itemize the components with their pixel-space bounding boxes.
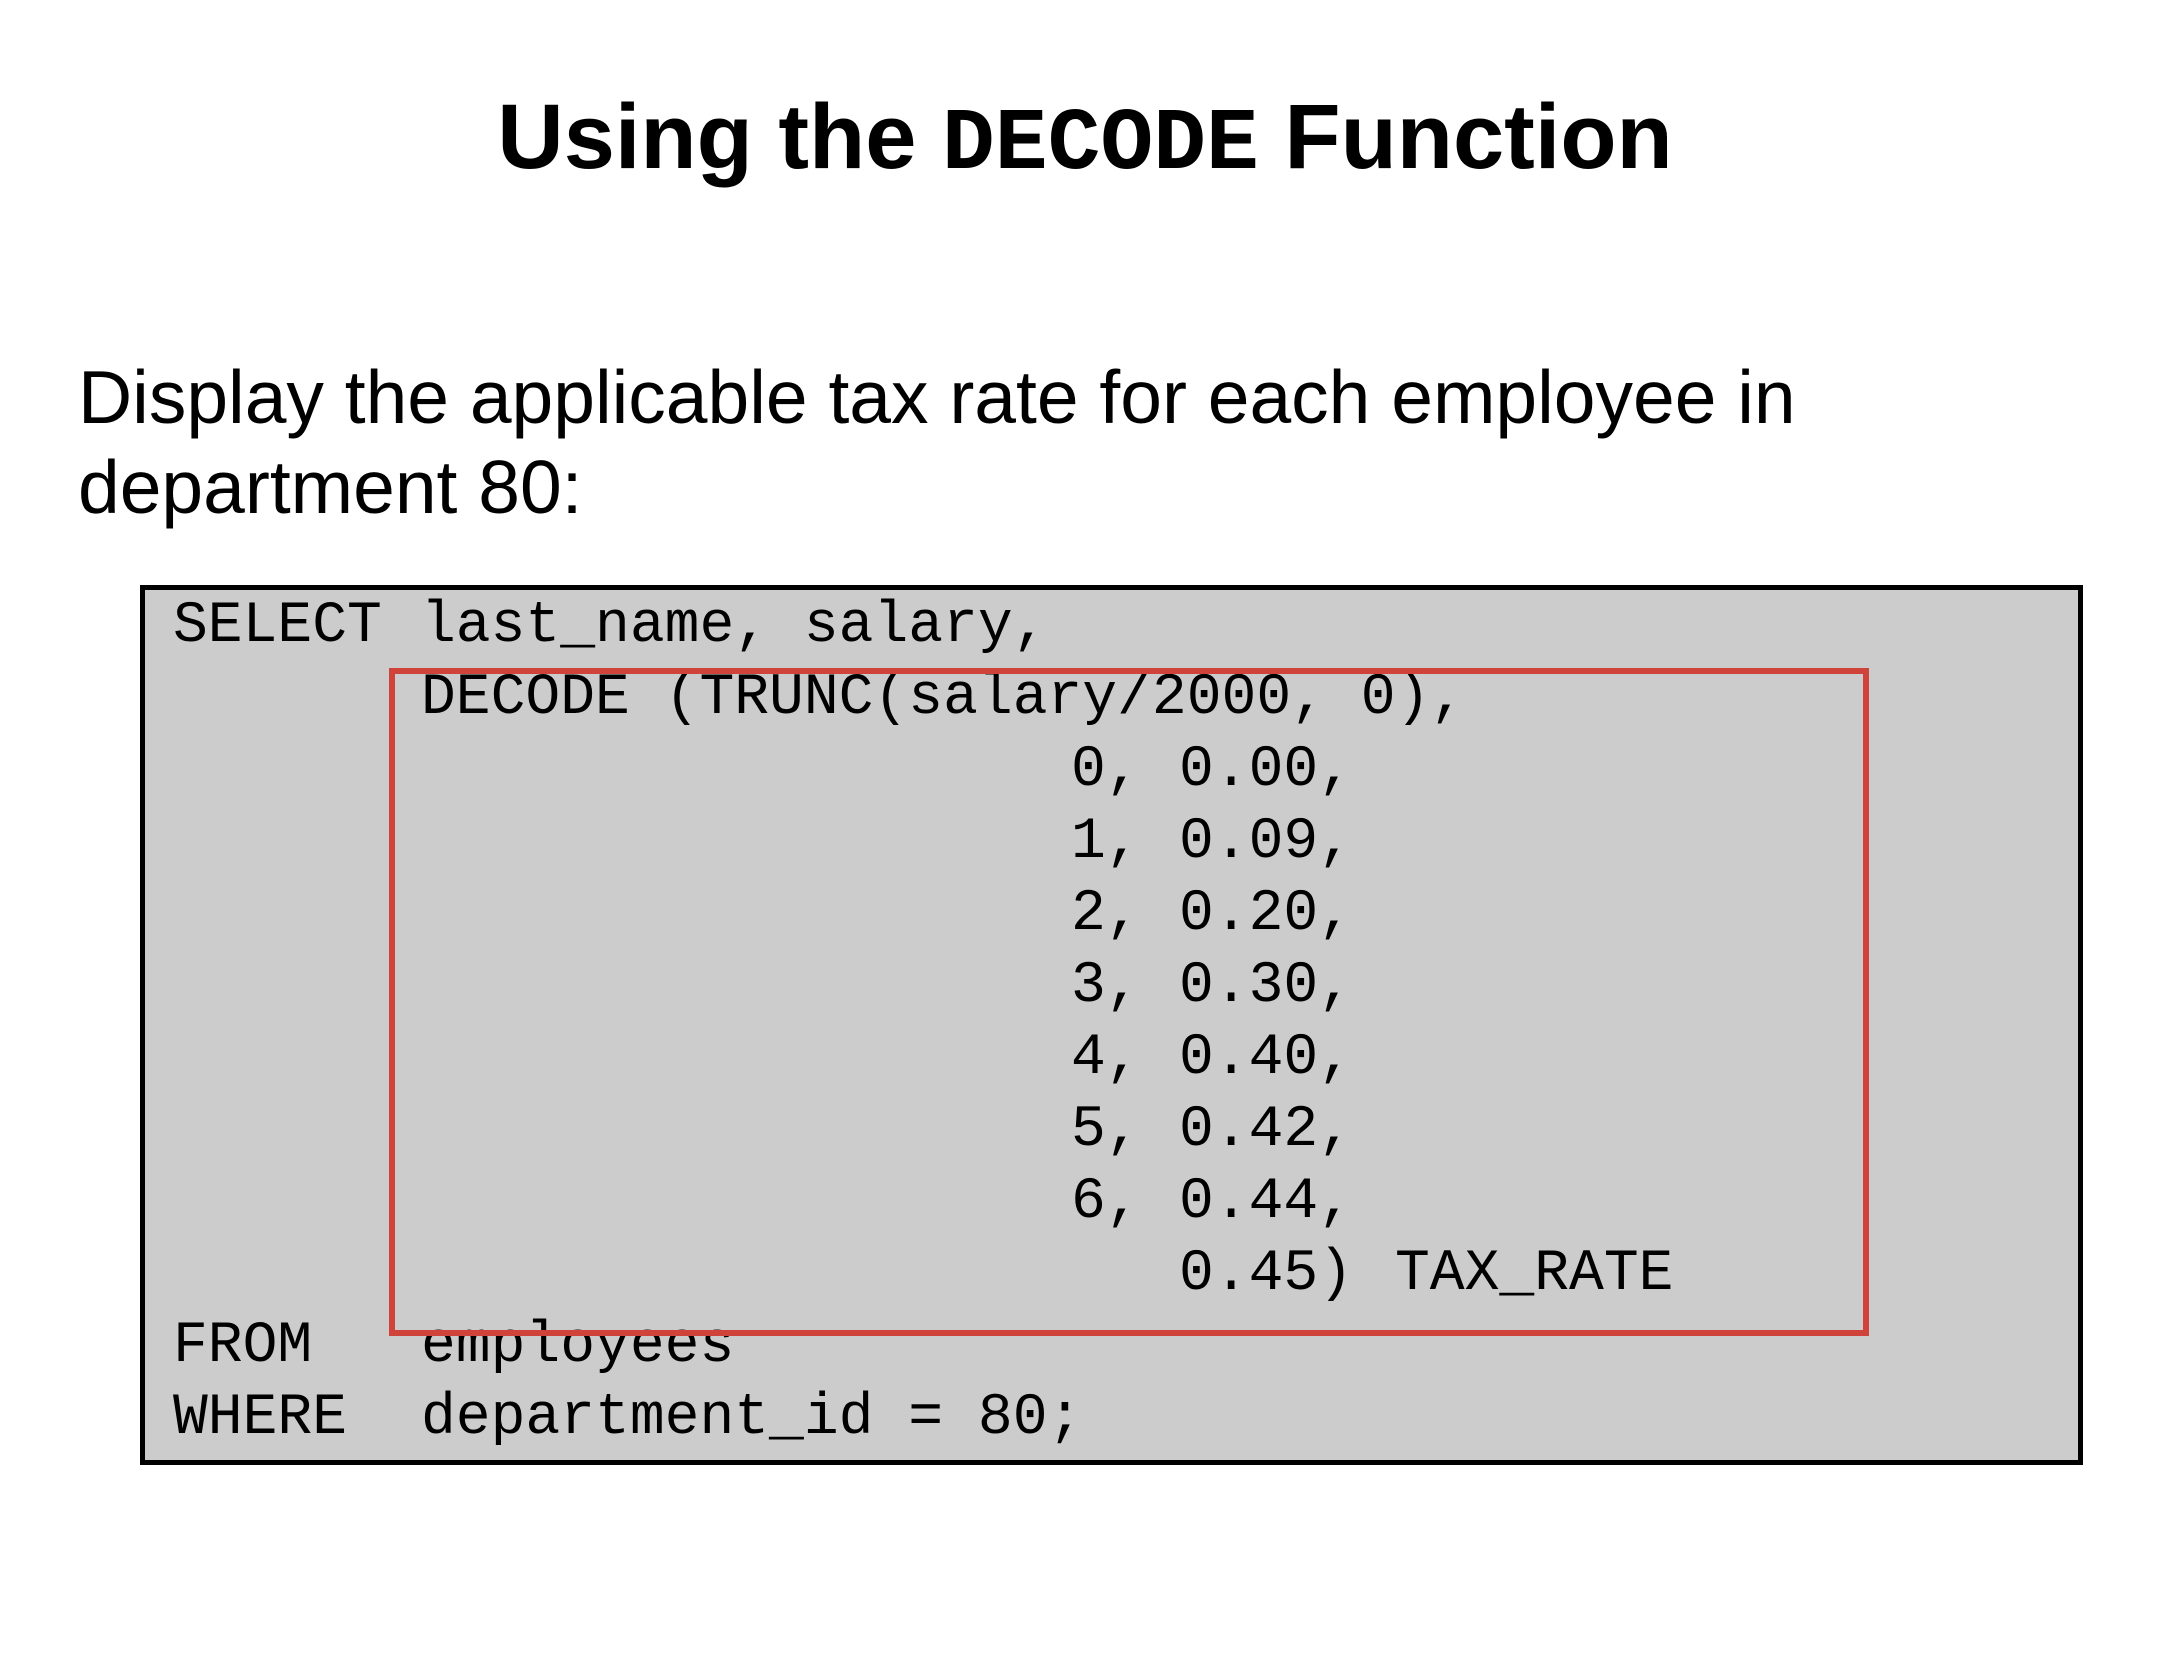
- code-line-pair: 4, 0.40,: [145, 1023, 1353, 1095]
- code-line-pair: 3, 0.30,: [145, 951, 1353, 1023]
- title-suffix: Function: [1258, 86, 1673, 188]
- code-line-pair: 1, 0.09,: [145, 807, 1353, 879]
- code-line-select: SELECT last_name, salary,: [145, 591, 1048, 663]
- code-block: SELECT last_name, salary, DECODE (TRUNC(…: [140, 585, 2083, 1465]
- code-line-from: FROM employees: [145, 1311, 734, 1383]
- where-keyword: WHERE: [173, 1386, 348, 1451]
- code-line-where: WHERE department_id = 80;: [145, 1383, 1082, 1455]
- title-prefix: Using the: [497, 86, 942, 188]
- code-line-pair: 6, 0.44,: [145, 1167, 1353, 1239]
- select-keyword: SELECT: [173, 594, 382, 659]
- code-line-default: 0.45) TAX_RATE: [145, 1239, 1673, 1311]
- intro-line-2: department 80:: [78, 445, 583, 529]
- intro-text: Display the applicable tax rate for each…: [78, 352, 1978, 532]
- code-line-decode: DECODE (TRUNC(salary/2000, 0),: [145, 663, 1465, 735]
- code-line-pair: 2, 0.20,: [145, 879, 1353, 951]
- where-condition: department_id = 80;: [421, 1386, 1083, 1451]
- code-line-pair: 5, 0.42,: [145, 1095, 1353, 1167]
- slide-title: Using the DECODE Function: [0, 82, 2170, 201]
- code-line-pair: 0, 0.00,: [145, 735, 1353, 807]
- from-keyword: FROM: [173, 1314, 313, 1379]
- select-columns: last_name, salary,: [421, 594, 1048, 659]
- title-keyword: DECODE: [941, 96, 1259, 195]
- decode-highlight-box: [389, 668, 1869, 1336]
- intro-line-1: Display the applicable tax rate for each…: [78, 355, 1796, 439]
